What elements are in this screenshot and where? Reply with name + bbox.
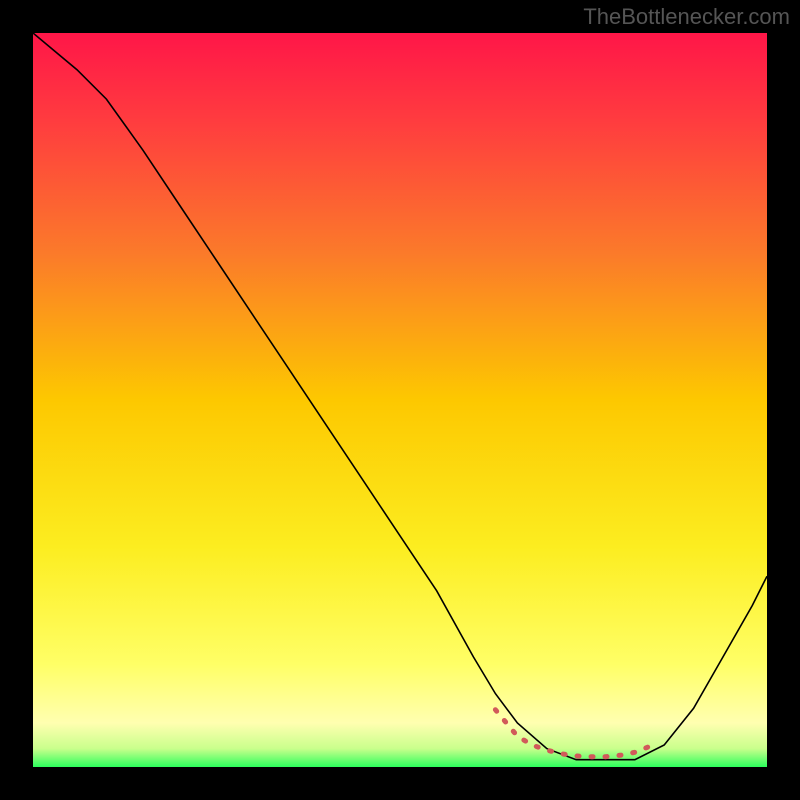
watermark-text: TheBottlenecker.com [583, 4, 790, 30]
gradient-background [33, 33, 767, 767]
bottleneck-chart [33, 33, 767, 767]
